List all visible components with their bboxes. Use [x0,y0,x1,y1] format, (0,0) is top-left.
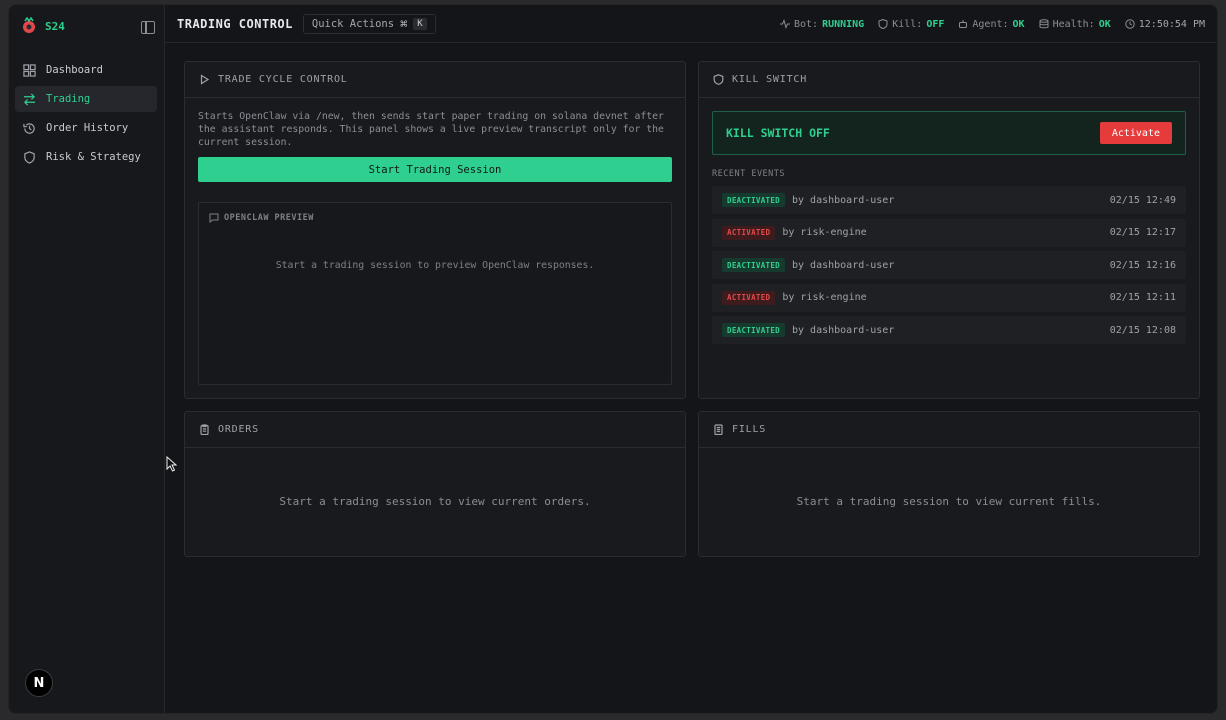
status-badge: DEACTIVATED [722,323,785,337]
sidebar-item-risk-strategy[interactable]: Risk & Strategy [15,144,157,170]
event-actor: by risk-engine [782,227,867,238]
panel-header: ORDERS [185,412,685,448]
sidebar-nav: Dashboard Trading Order History Risk & S… [15,57,157,173]
event-time: 02/15 12:11 [1109,292,1176,303]
event-time: 02/15 12:16 [1109,259,1176,271]
sidebar-toggle-icon[interactable] [141,21,155,34]
event-time: 02/15 12:49 [1109,194,1176,206]
list-item: DEACTIVATED by dashboard-user 02/15 12:1… [712,251,1186,279]
sidebar: S24 Dashboard Trading Order History Risk… [9,5,165,713]
event-actor: by dashboard-user [791,259,895,271]
clock-time: 12:50:54 PM [1138,18,1205,30]
event-actor: by risk-engine [782,292,867,303]
sidebar-item-label: Risk & Strategy [46,151,141,163]
logo-icon [23,17,35,33]
health-status: Health: OK [1039,19,1111,30]
status-badge: ACTIVATED [722,225,776,240]
sidebar-item-dashboard[interactable]: Dashboard [15,57,157,83]
kill-label: Kill: [892,18,923,30]
shield-icon [713,74,724,85]
event-time: 02/15 12:08 [1109,324,1176,336]
event-time: 02/15 12:17 [1109,227,1176,238]
panel-header: TRADE CYCLE CONTROL [185,62,685,98]
agent-label: Agent: [972,18,1009,30]
history-icon [23,122,36,135]
status-bar: Bot: RUNNING Kill: OFF Agent: OK Health:… [779,5,1205,43]
event-actor: by dashboard-user [791,194,895,206]
panel-title: TRADE CYCLE CONTROL [218,74,348,85]
sidebar-item-order-history[interactable]: Order History [15,115,157,141]
event-actor: by dashboard-user [791,324,895,336]
preview-title: OPENCLAW PREVIEW [224,213,314,223]
activity-icon [779,19,790,29]
kill-status: Kill: OFF [878,19,944,30]
kill-value: OFF [926,18,945,30]
panel-header: FILLS [699,412,1199,448]
preview-header: OPENCLAW PREVIEW [199,203,671,223]
status-badge: DEACTIVATED [722,258,785,272]
message-icon [209,213,219,223]
kill-switch-panel: KILL SWITCH KILL SWITCH OFF Activate REC… [698,61,1200,399]
list-item: DEACTIVATED by dashboard-user 02/15 12:4… [712,186,1186,214]
database-icon [1039,19,1049,29]
dev-badge[interactable]: N [25,669,53,697]
brand-name: S24 [45,19,65,33]
orders-panel: ORDERS Start a trading session to view c… [184,411,686,557]
start-trading-session-button[interactable]: Start Trading Session [198,157,672,182]
quick-actions-label: Quick Actions [311,17,395,30]
orders-empty-message: Start a trading session to view current … [279,495,591,508]
header: TRADING CONTROL Quick Actions ⌘ K Bot: R… [165,5,1217,43]
fills-panel: FILLS Start a trading session to view cu… [698,411,1200,557]
command-key-icon: ⌘ [400,16,408,31]
play-icon [200,74,210,85]
kill-switch-status-box: KILL SWITCH OFF Activate [712,111,1186,155]
bot-icon [959,20,968,28]
clock-icon [1125,19,1135,29]
openclaw-preview[interactable]: OPENCLAW PREVIEW Start a trading session… [198,202,672,385]
sidebar-item-label: Trading [46,93,91,105]
status-badge: DEACTIVATED [722,193,785,207]
panel-title: FILLS [732,424,767,435]
bot-label: Bot: [793,18,819,30]
list-item: ACTIVATED by risk-engine 02/15 12:11 [712,283,1186,312]
clock: 12:50:54 PM [1125,19,1205,30]
shield-icon [23,150,36,164]
panel-description: Starts OpenClaw via /new, then sends sta… [198,111,664,148]
page-title: TRADING CONTROL [177,16,293,31]
shield-icon [878,19,888,29]
status-badge: ACTIVATED [722,290,776,305]
list-item: ACTIVATED by risk-engine 02/15 12:17 [712,218,1186,247]
arrows-icon [23,93,36,106]
panel-title: KILL SWITCH [732,74,808,85]
agent-value: OK [1012,18,1025,30]
sidebar-item-label: Dashboard [46,64,103,76]
app-window: S24 Dashboard Trading Order History Risk… [8,4,1218,714]
mouse-cursor-icon [166,456,178,472]
agent-status: Agent: OK [958,18,1025,30]
clipboard-icon [200,424,209,435]
activate-button[interactable]: Activate [1099,122,1172,144]
bot-value: RUNNING [822,18,865,30]
brand[interactable]: S24 [21,17,65,35]
sidebar-item-label: Order History [46,122,129,134]
panel-header: KILL SWITCH [699,62,1199,98]
kill-switch-status: KILL SWITCH OFF [726,126,830,140]
bot-status: Bot: RUNNING [779,18,865,30]
shortcut-key: K [413,17,427,30]
trade-cycle-panel: TRADE CYCLE CONTROL Starts OpenClaw via … [184,61,686,399]
receipt-icon [714,424,723,435]
panel-title: ORDERS [218,424,259,435]
fills-empty-message: Start a trading session to view current … [796,495,1102,508]
preview-empty-message: Start a trading session to preview OpenC… [275,260,595,271]
recent-events-list: DEACTIVATED by dashboard-user 02/15 12:4… [712,186,1186,349]
health-label: Health: [1052,18,1095,30]
grid-icon [23,63,36,77]
recent-events-title: RECENT EVENTS [712,169,786,179]
quick-actions-button[interactable]: Quick Actions ⌘ K [302,13,436,34]
sidebar-item-trading[interactable]: Trading [15,86,157,112]
list-item: DEACTIVATED by dashboard-user 02/15 12:0… [712,316,1186,344]
health-value: OK [1098,18,1111,30]
